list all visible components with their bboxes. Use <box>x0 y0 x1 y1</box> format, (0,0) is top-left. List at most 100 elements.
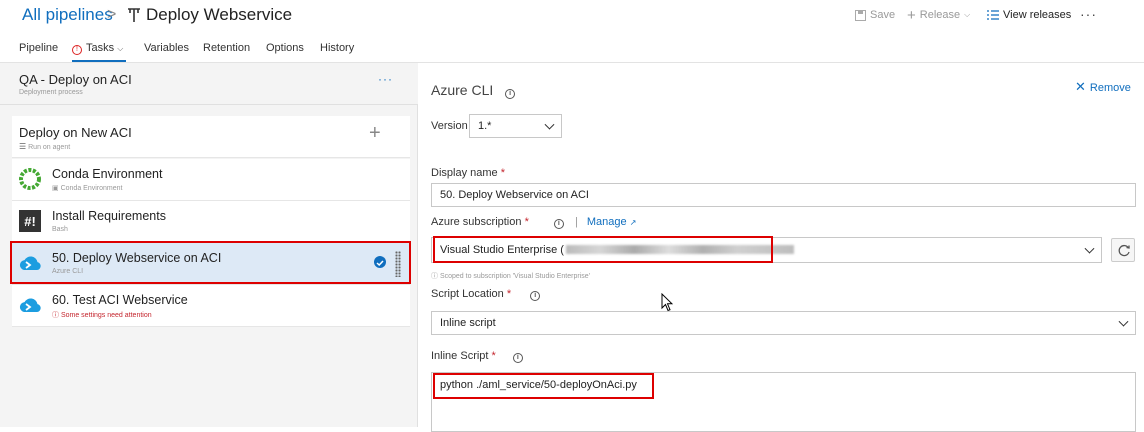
highlight-box <box>433 373 654 399</box>
azure-cli-icon <box>19 298 41 312</box>
active-tab-indicator <box>72 60 126 62</box>
version-value: 1.* <box>478 120 492 132</box>
task-list-panel: QA - Deploy on ACI Deployment process ··… <box>0 63 418 427</box>
version-label: Version <box>431 120 468 132</box>
script-location-value: Inline script <box>440 317 496 329</box>
task-warning: ⓘ Some settings need attention <box>52 310 152 320</box>
task-subtitle: Bash <box>52 226 68 233</box>
release-pipeline-icon <box>128 8 140 22</box>
release-button[interactable]: + Release ⌵ <box>907 6 971 24</box>
stage-header[interactable]: QA - Deploy on ACI Deployment process ··… <box>0 63 418 105</box>
info-icon[interactable]: i <box>553 219 564 229</box>
job-subtitle: ☰ Run on agent <box>19 142 70 151</box>
page-title: Deploy Webservice <box>146 5 293 24</box>
required-mark: * <box>524 216 529 228</box>
more-options-button[interactable]: ··· <box>1080 6 1097 22</box>
job-title: Deploy on New ACI <box>19 125 132 140</box>
info-icon: ⓘ <box>431 273 438 280</box>
subscription-label: Azure subscription * i | Manage ↗ <box>431 216 636 229</box>
breadcrumb-all-pipelines[interactable]: All pipelines <box>22 5 113 25</box>
info-icon[interactable]: i <box>512 353 523 363</box>
task-item-test-webservice[interactable]: 60. Test ACI Webservice ⓘ Some settings … <box>12 285 410 327</box>
tab-tasks[interactable]: ! Tasks ⌵ <box>72 42 123 55</box>
chevron-down-icon: ⌵ <box>964 10 971 19</box>
chevron-down-icon <box>544 119 555 130</box>
refresh-button[interactable] <box>1111 238 1135 262</box>
agent-icon: ☰ <box>19 142 27 151</box>
save-button[interactable]: Save <box>855 9 895 21</box>
warning-icon: ! <box>72 45 82 55</box>
tab-variables[interactable]: Variables <box>144 42 189 54</box>
task-details-panel: Azure CLI i ✕ Remove Version 1.* Display … <box>419 63 1144 432</box>
stage-title: QA - Deploy on ACI <box>19 72 132 87</box>
chevron-down-icon: ⌵ <box>117 44 124 53</box>
refresh-icon <box>1118 244 1130 257</box>
highlight-box <box>433 236 773 263</box>
chevron-down-icon <box>1118 316 1129 327</box>
save-icon <box>855 9 866 21</box>
highlight-box <box>10 241 411 284</box>
stage-more-button[interactable]: ··· <box>378 72 393 86</box>
subscription-label-text: Azure subscription <box>431 216 522 228</box>
remove-task-button[interactable]: ✕ Remove <box>1075 79 1131 95</box>
tab-options[interactable]: Options <box>266 42 304 54</box>
manage-link-text: Manage <box>586 216 627 228</box>
tab-history[interactable]: History <box>320 42 354 54</box>
separator: | <box>574 216 578 228</box>
task-item-install-requirements[interactable]: #! Install Requirements Bash <box>12 201 410 243</box>
view-releases-label: View releases <box>1003 9 1072 21</box>
external-link-icon: ↗ <box>629 218 637 227</box>
agent-job[interactable]: Deploy on New ACI ☰ Run on agent + <box>12 116 410 158</box>
tab-tasks-label: Tasks <box>86 42 115 54</box>
top-bar: All pipelines > Deploy Webservice Save +… <box>0 0 1144 34</box>
subscription-scope-text: Scoped to subscription 'Visual Studio En… <box>439 273 590 280</box>
panel-title-text: Azure CLI <box>431 82 494 98</box>
bash-icon: #! <box>19 210 41 232</box>
display-name-value: 50. Deploy Webservice on ACI <box>440 189 589 201</box>
release-label: Release <box>919 9 961 21</box>
display-name-label-text: Display name <box>431 167 498 179</box>
display-name-input[interactable]: 50. Deploy Webservice on ACI <box>431 183 1136 207</box>
remove-label: Remove <box>1089 82 1131 94</box>
stage-subtitle: Deployment process <box>19 89 83 96</box>
svg-text:#!: #! <box>24 214 36 229</box>
required-mark: * <box>491 350 496 362</box>
panel-title: Azure CLI i <box>431 82 516 99</box>
inline-script-label-text: Inline Script <box>431 350 489 362</box>
close-icon: ✕ <box>1075 79 1086 94</box>
task-subtitle: ▣ Conda Environment <box>52 184 122 192</box>
script-location-label: Script Location * i <box>431 288 541 301</box>
script-location-select[interactable]: Inline script <box>431 311 1136 335</box>
inline-script-label: Inline Script * i <box>431 350 523 363</box>
required-mark: * <box>500 167 505 179</box>
task-item-conda[interactable]: Conda Environment ▣ Conda Environment <box>12 159 410 201</box>
version-select[interactable]: 1.* <box>469 114 562 138</box>
tab-pipeline[interactable]: Pipeline <box>19 42 58 54</box>
manage-link[interactable]: Manage ↗ <box>587 216 637 228</box>
script-location-label-text: Script Location <box>431 288 504 300</box>
info-icon[interactable]: i <box>530 291 541 301</box>
task-warning-text: Some settings need attention <box>60 312 152 319</box>
subscription-scope-note: ⓘ Scoped to subscription 'Visual Studio … <box>431 271 590 281</box>
required-mark: * <box>506 288 512 300</box>
mouse-cursor-icon <box>661 293 673 312</box>
task-title: 60. Test ACI Webservice <box>52 293 188 307</box>
tab-retention[interactable]: Retention <box>203 42 250 54</box>
task-title: Conda Environment <box>52 167 163 181</box>
task-subtitle-text: Conda Environment <box>60 185 123 192</box>
list-icon <box>987 10 999 20</box>
task-type-icon: ▣ <box>52 185 59 192</box>
job-subtitle-text: Run on agent <box>28 144 71 151</box>
view-releases-button[interactable]: View releases <box>987 9 1071 21</box>
chevron-down-icon <box>1084 243 1095 254</box>
pipeline-tabs: Pipeline ! Tasks ⌵ Variables Retention Op… <box>0 34 1144 63</box>
save-label: Save <box>870 9 896 21</box>
breadcrumb-separator: > <box>107 6 117 23</box>
plus-icon: + <box>907 6 916 24</box>
add-task-button[interactable]: + <box>369 123 381 143</box>
warning-icon: ⓘ <box>52 312 59 319</box>
task-title: Install Requirements <box>52 209 166 223</box>
info-icon[interactable]: i <box>505 89 516 99</box>
display-name-label: Display name * <box>431 167 505 179</box>
conda-icon <box>19 168 41 190</box>
